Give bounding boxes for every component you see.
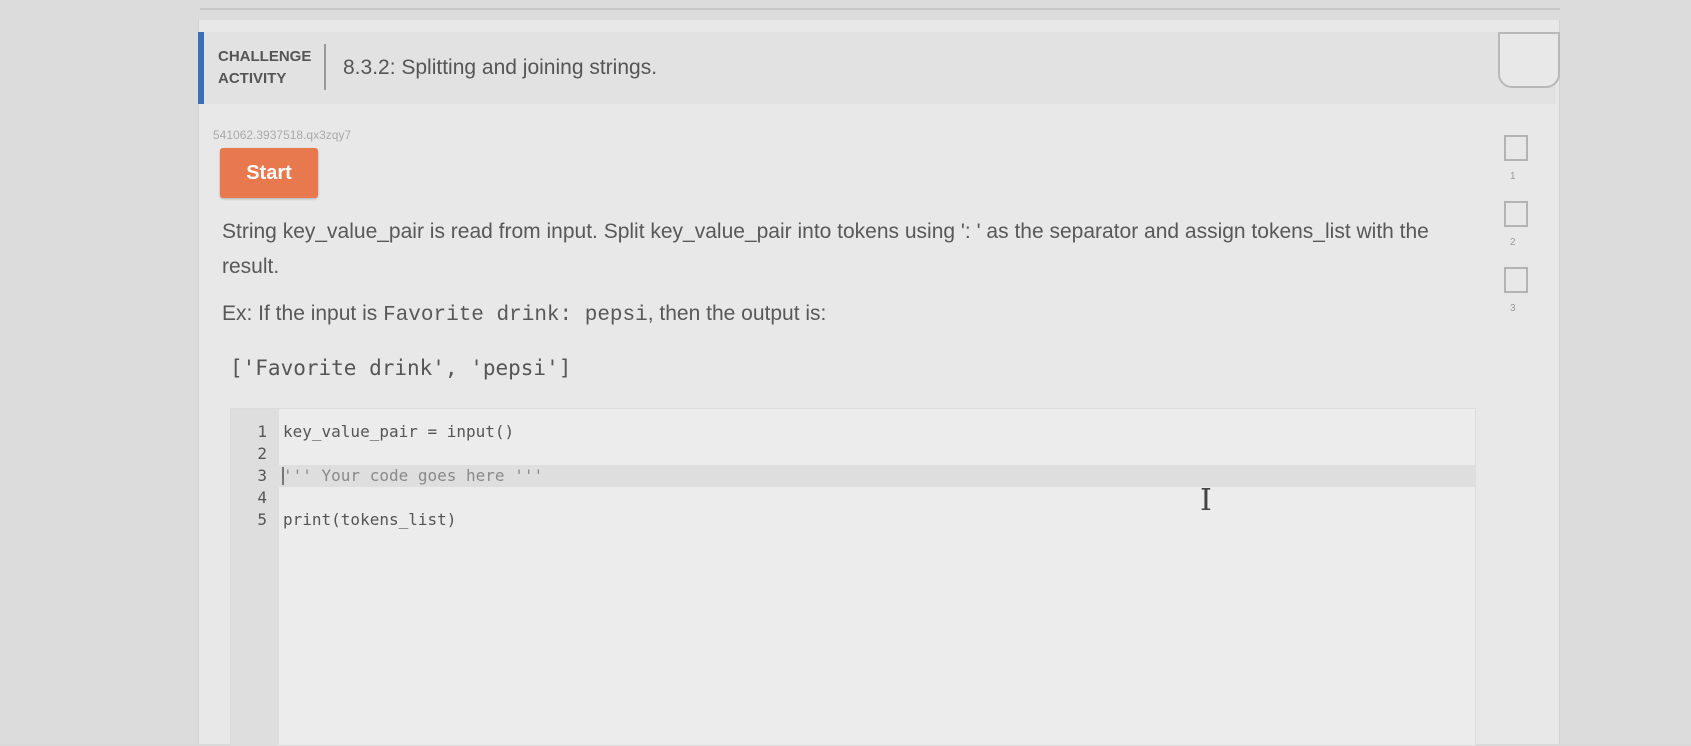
activity-title: 8.3.2: Splitting and joining strings. [343,56,658,79]
completion-indicator [1498,32,1560,88]
example-text: Ex: If the input is Favorite drink: peps… [222,302,826,327]
level-3-box[interactable] [1504,267,1528,293]
start-button[interactable]: Start [220,148,318,198]
code-line[interactable]: 1 key_value_pair = input() [231,421,1475,443]
level-2-number: 2 [1510,237,1516,248]
activity-type-line2: ACTIVITY [218,70,287,87]
example-suffix: , then the output is: [647,302,827,325]
header-divider [324,44,326,90]
task-description: String key_value_pair is read from input… [222,220,1429,278]
code-line[interactable]: 2 [231,443,1475,465]
code-text[interactable]: ''' Your code goes here ''' [283,465,543,487]
activity-header: CHALLENGE ACTIVITY 8.3.2: Splitting and … [198,32,1560,104]
level-3-number: 3 [1510,303,1516,314]
expected-output: ['Favorite drink', 'pepsi'] [230,356,572,380]
code-text[interactable]: print(tokens_list) [283,509,456,531]
top-divider [200,8,1560,10]
activity-type-line1: CHALLENGE [218,48,312,65]
code-line-active[interactable]: 3 ''' Your code goes here ''' [231,465,1475,487]
text-cursor-icon: I [1200,483,1212,518]
activity-id: 541062.3937518.qx3zqy7 [213,128,352,142]
level-1-box[interactable] [1504,135,1528,161]
level-2-box[interactable] [1504,201,1528,227]
header-accent-bar [198,32,204,104]
code-line[interactable]: 5 print(tokens_list) [231,509,1475,531]
line-number: 4 [257,488,267,507]
code-text[interactable]: key_value_pair = input() [283,421,514,443]
line-number: 1 [257,422,267,441]
example-input: Favorite drink: pepsi [383,304,648,327]
activity-type-label: CHALLENGE ACTIVITY [218,46,318,90]
code-line[interactable]: 4 [231,487,1475,509]
line-number: 3 [257,466,267,485]
example-prefix: Ex: If the input is [222,302,384,325]
level-1-number: 1 [1510,171,1516,182]
line-number: 5 [257,510,267,529]
code-editor[interactable]: 1 key_value_pair = input() 2 3 ''' Your … [230,408,1476,746]
line-number: 2 [257,444,267,463]
